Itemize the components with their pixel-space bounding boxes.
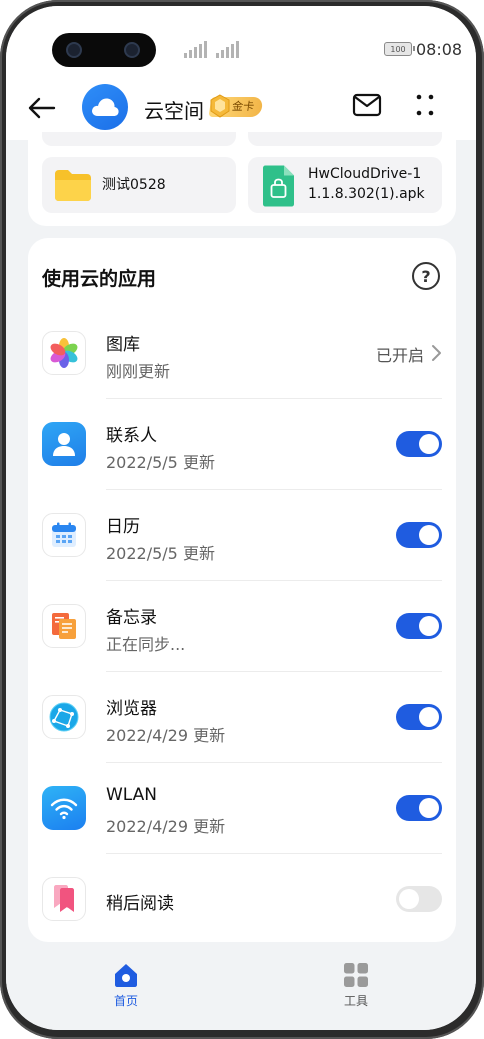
app-status: 刚刚更新 bbox=[106, 362, 171, 381]
app-status: 2022/4/29 更新 bbox=[106, 726, 226, 745]
app-status: 2022/5/5 更新 bbox=[106, 544, 215, 563]
sync-toggle[interactable] bbox=[396, 613, 442, 639]
camera-cutout bbox=[52, 33, 156, 67]
app-row-read-later: 稍后阅读 bbox=[28, 854, 456, 945]
app-status: 2022/5/5 更新 bbox=[106, 453, 215, 472]
app-status: 2022/4/29 更新 bbox=[106, 817, 226, 836]
sync-toggle[interactable] bbox=[396, 704, 442, 730]
cloud-apps-card: 使用云的应用 ? 图库 刚刚更新 已开启 联系人 2022/5/5 更新 日历 … bbox=[28, 238, 456, 942]
bottom-navigation: 首页 工具 bbox=[6, 950, 476, 1030]
app-row-calendar: 日历 2022/5/5 更新 bbox=[28, 490, 456, 581]
sync-toggle[interactable] bbox=[396, 431, 442, 457]
gallery-icon bbox=[42, 331, 86, 375]
camera-lens-icon bbox=[66, 42, 82, 58]
folder-icon bbox=[55, 170, 91, 201]
file-tile-apk[interactable]: HwCloudDrive-1 1.1.8.302(1).apk bbox=[248, 157, 442, 213]
app-status: 正在同步... bbox=[106, 635, 186, 654]
contacts-icon bbox=[42, 422, 86, 466]
page-title: 云空间 bbox=[144, 99, 204, 123]
app-name: WLAN bbox=[106, 785, 158, 805]
file-name-line1: HwCloudDrive-1 bbox=[308, 166, 422, 182]
app-row-wlan: WLAN 2022/4/29 更新 bbox=[28, 763, 456, 854]
back-arrow-icon bbox=[28, 97, 56, 119]
help-icon: ? bbox=[421, 266, 431, 286]
nav-home[interactable]: 首页 bbox=[86, 962, 166, 1009]
status-bar: 100 08:08 bbox=[6, 6, 476, 76]
sync-toggle[interactable] bbox=[396, 795, 442, 821]
gem-icon bbox=[210, 94, 230, 118]
apk-file-icon bbox=[263, 165, 294, 207]
app-row-contacts: 联系人 2022/5/5 更新 bbox=[28, 399, 456, 490]
help-button[interactable]: ? bbox=[412, 262, 440, 290]
signal-icon bbox=[184, 40, 207, 58]
wlan-icon bbox=[42, 786, 86, 830]
read-later-icon bbox=[42, 877, 86, 921]
app-name: 备忘录 bbox=[106, 608, 157, 628]
sync-toggle[interactable] bbox=[396, 522, 442, 548]
nav-tools[interactable]: 工具 bbox=[316, 962, 396, 1009]
browser-icon bbox=[42, 695, 86, 739]
battery-level: 100 bbox=[390, 44, 406, 54]
file-name: 测试0528 bbox=[102, 177, 166, 193]
app-name: 联系人 bbox=[106, 426, 157, 446]
app-row-browser: 浏览器 2022/4/29 更新 bbox=[28, 672, 456, 763]
camera-lens-icon bbox=[124, 42, 140, 58]
phone-frame: 100 08:08 云空间 金卡 测试0528 HwCloudDrive-1 1… bbox=[0, 0, 484, 1039]
clock: 08:08 bbox=[416, 40, 463, 59]
back-button[interactable] bbox=[26, 90, 66, 126]
mail-icon bbox=[352, 93, 382, 117]
tools-icon bbox=[344, 963, 368, 987]
app-name: 图库 bbox=[106, 335, 140, 355]
app-name: 稍后阅读 bbox=[106, 894, 174, 914]
sync-toggle[interactable] bbox=[396, 886, 442, 912]
battery-icon: 100 bbox=[384, 42, 415, 56]
app-header: 云空间 金卡 bbox=[6, 76, 476, 140]
more-dots-icon bbox=[416, 94, 434, 116]
mail-button[interactable] bbox=[352, 92, 386, 122]
file-name-line2: 1.1.8.302(1).apk bbox=[308, 186, 425, 202]
recent-files-card: 测试0528 HwCloudDrive-1 1.1.8.302(1).apk bbox=[28, 132, 456, 226]
home-icon bbox=[115, 964, 137, 987]
chevron-right-icon bbox=[432, 345, 441, 361]
signal-icon bbox=[216, 40, 239, 58]
section-title: 使用云的应用 bbox=[42, 268, 157, 290]
cloud-logo-icon bbox=[82, 84, 128, 130]
screen: 100 08:08 云空间 金卡 测试0528 HwCloudDrive-1 1… bbox=[6, 6, 476, 1030]
app-row-notepad: 备忘录 正在同步... bbox=[28, 581, 456, 672]
app-row-gallery[interactable]: 图库 刚刚更新 已开启 bbox=[28, 308, 456, 399]
app-name: 浏览器 bbox=[106, 699, 157, 719]
notepad-icon bbox=[42, 604, 86, 648]
calendar-icon bbox=[42, 513, 86, 557]
more-button[interactable] bbox=[412, 92, 440, 122]
file-tile-partial[interactable] bbox=[248, 132, 442, 146]
app-name: 日历 bbox=[106, 517, 140, 537]
file-tile-folder[interactable]: 测试0528 bbox=[42, 157, 236, 213]
nav-label: 首页 bbox=[113, 994, 138, 1008]
enabled-status: 已开启 bbox=[375, 346, 424, 365]
file-tile-partial[interactable] bbox=[42, 132, 236, 146]
nav-label: 工具 bbox=[343, 994, 368, 1008]
